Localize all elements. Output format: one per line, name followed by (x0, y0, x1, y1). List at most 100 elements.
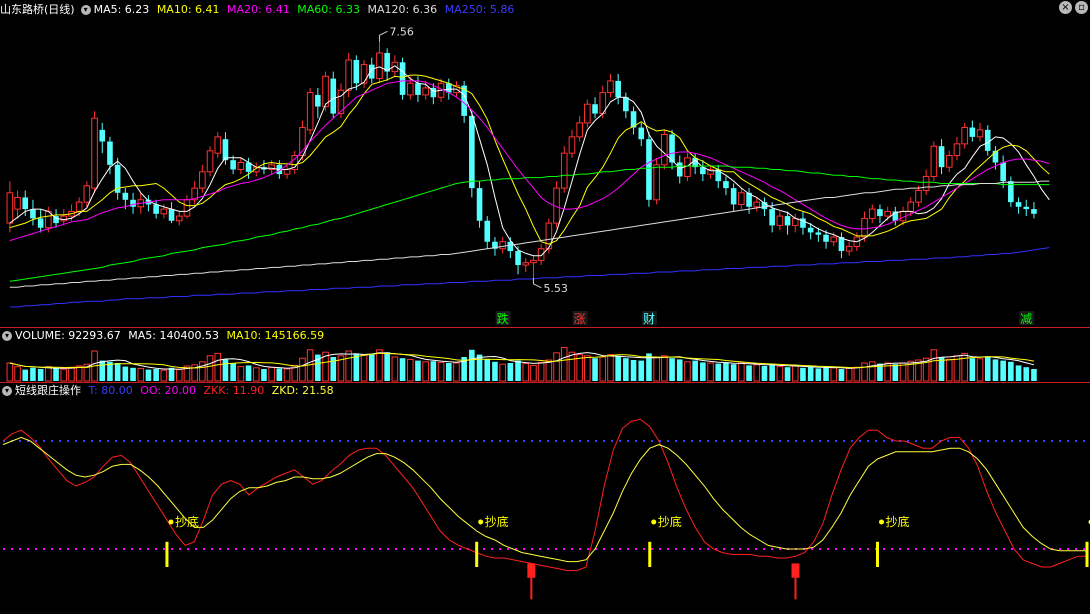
candle-body (1031, 209, 1037, 214)
volume-bar (815, 368, 822, 381)
volume-bar (453, 362, 460, 382)
candle-body (515, 251, 521, 266)
volume-bar (545, 359, 553, 382)
volume-bar (360, 354, 368, 382)
volume-bar (1008, 361, 1014, 381)
stock-title: 山东路桥(日线) (0, 3, 75, 16)
candle-body (122, 192, 129, 200)
candle-body (607, 80, 614, 94)
candle-body (930, 145, 938, 177)
event-marker: 减 (1020, 312, 1032, 326)
volume-bar (492, 361, 498, 381)
ma-line-ma5 (9, 65, 1050, 257)
candle-body (945, 155, 953, 168)
volume-bar (961, 352, 968, 382)
volume-bar (206, 355, 214, 382)
volume-chart (6, 346, 1037, 382)
event-marker: 跌 (497, 311, 509, 326)
candle-body (315, 94, 321, 107)
volume-bar (784, 367, 791, 381)
ma10-label: MA10: 6.41 (156, 3, 220, 16)
candle-body (915, 189, 922, 203)
candle-body (615, 80, 621, 98)
volume-bar (992, 359, 999, 381)
volume-bar (222, 359, 229, 381)
red-signal-bar (791, 563, 800, 578)
volume-bar (391, 356, 399, 382)
candle-body (969, 127, 976, 137)
candle-body (884, 210, 891, 217)
low-pointer (532, 277, 542, 289)
volume-bar (823, 367, 829, 381)
volume-settings-icon[interactable]: ▾ (2, 331, 12, 341)
volume-bar (499, 363, 506, 382)
volume-bar (122, 366, 129, 381)
volume-bar (515, 360, 521, 381)
volume-bar (522, 363, 530, 382)
candle-body (961, 127, 968, 145)
volume-bar (237, 366, 245, 382)
candle-body (753, 201, 761, 208)
volume-bar (6, 362, 14, 382)
candle-body (576, 122, 583, 138)
volume-bar (230, 363, 236, 381)
volume-bar (807, 366, 814, 381)
volume-bar (746, 365, 752, 381)
volume-bar (738, 362, 745, 382)
candle-body (738, 192, 745, 205)
volume-bar (30, 367, 36, 381)
candle-body (769, 209, 775, 226)
low-price-label: 5.53 (543, 282, 568, 295)
candle-body (230, 160, 236, 170)
candle-body (376, 52, 383, 80)
candle-body (877, 209, 883, 217)
ma-line-ma120 (9, 180, 1050, 288)
maximize-button[interactable]: ▫ (1075, 1, 1088, 14)
volume-bar (945, 358, 953, 382)
volume-bar (137, 367, 145, 382)
volume-bar (669, 358, 675, 381)
candle-body (175, 215, 183, 222)
candle-body (484, 220, 491, 242)
volume-bar (969, 358, 976, 381)
volume-bar (853, 366, 861, 382)
candle-body (360, 64, 368, 84)
candle-body (476, 188, 483, 221)
volume-bar (476, 354, 483, 381)
volume-ma10-line (9, 352, 1035, 369)
volume-bar (175, 369, 183, 382)
buy-signal-label: 抄底 (175, 514, 199, 529)
volume-bar (422, 361, 429, 382)
volume-bar (68, 366, 75, 382)
ma20-label: MA20: 6.41 (227, 3, 290, 16)
main-chart-header: 山东路桥(日线) ▾ MA5: 6.23 MA10: 6.41 MA20: 6.41… (0, 2, 518, 18)
volume-bar (692, 360, 698, 381)
candle-body (584, 103, 591, 124)
candle-body (214, 136, 222, 154)
volume-bar (976, 358, 984, 382)
candle-body (560, 152, 568, 189)
candle-body (330, 78, 337, 114)
candle-body (938, 146, 945, 168)
volume-bar (415, 360, 421, 381)
candle-body (984, 129, 991, 151)
candle-body (469, 115, 475, 189)
indicator-settings-icon[interactable]: ▾ (2, 386, 12, 396)
candle-body (322, 75, 329, 108)
candle-body (684, 157, 691, 177)
volume-bar (214, 352, 222, 382)
candle-body (653, 164, 660, 201)
settings-icon[interactable]: ▾ (80, 5, 91, 15)
volume-bar (114, 363, 121, 381)
ma60-label: MA60: 6.33 (297, 3, 360, 16)
candle-body (83, 185, 91, 203)
close-button[interactable]: × (1059, 1, 1072, 14)
indicator-zkk-label: ZKK: 11.90 (203, 384, 265, 397)
candle-body (345, 59, 352, 91)
candle-body (368, 64, 375, 79)
candle-body (406, 82, 414, 96)
candle-body (399, 62, 406, 95)
high-pointer (378, 30, 388, 42)
volume-bar (568, 351, 576, 382)
volume-bar (753, 364, 761, 382)
